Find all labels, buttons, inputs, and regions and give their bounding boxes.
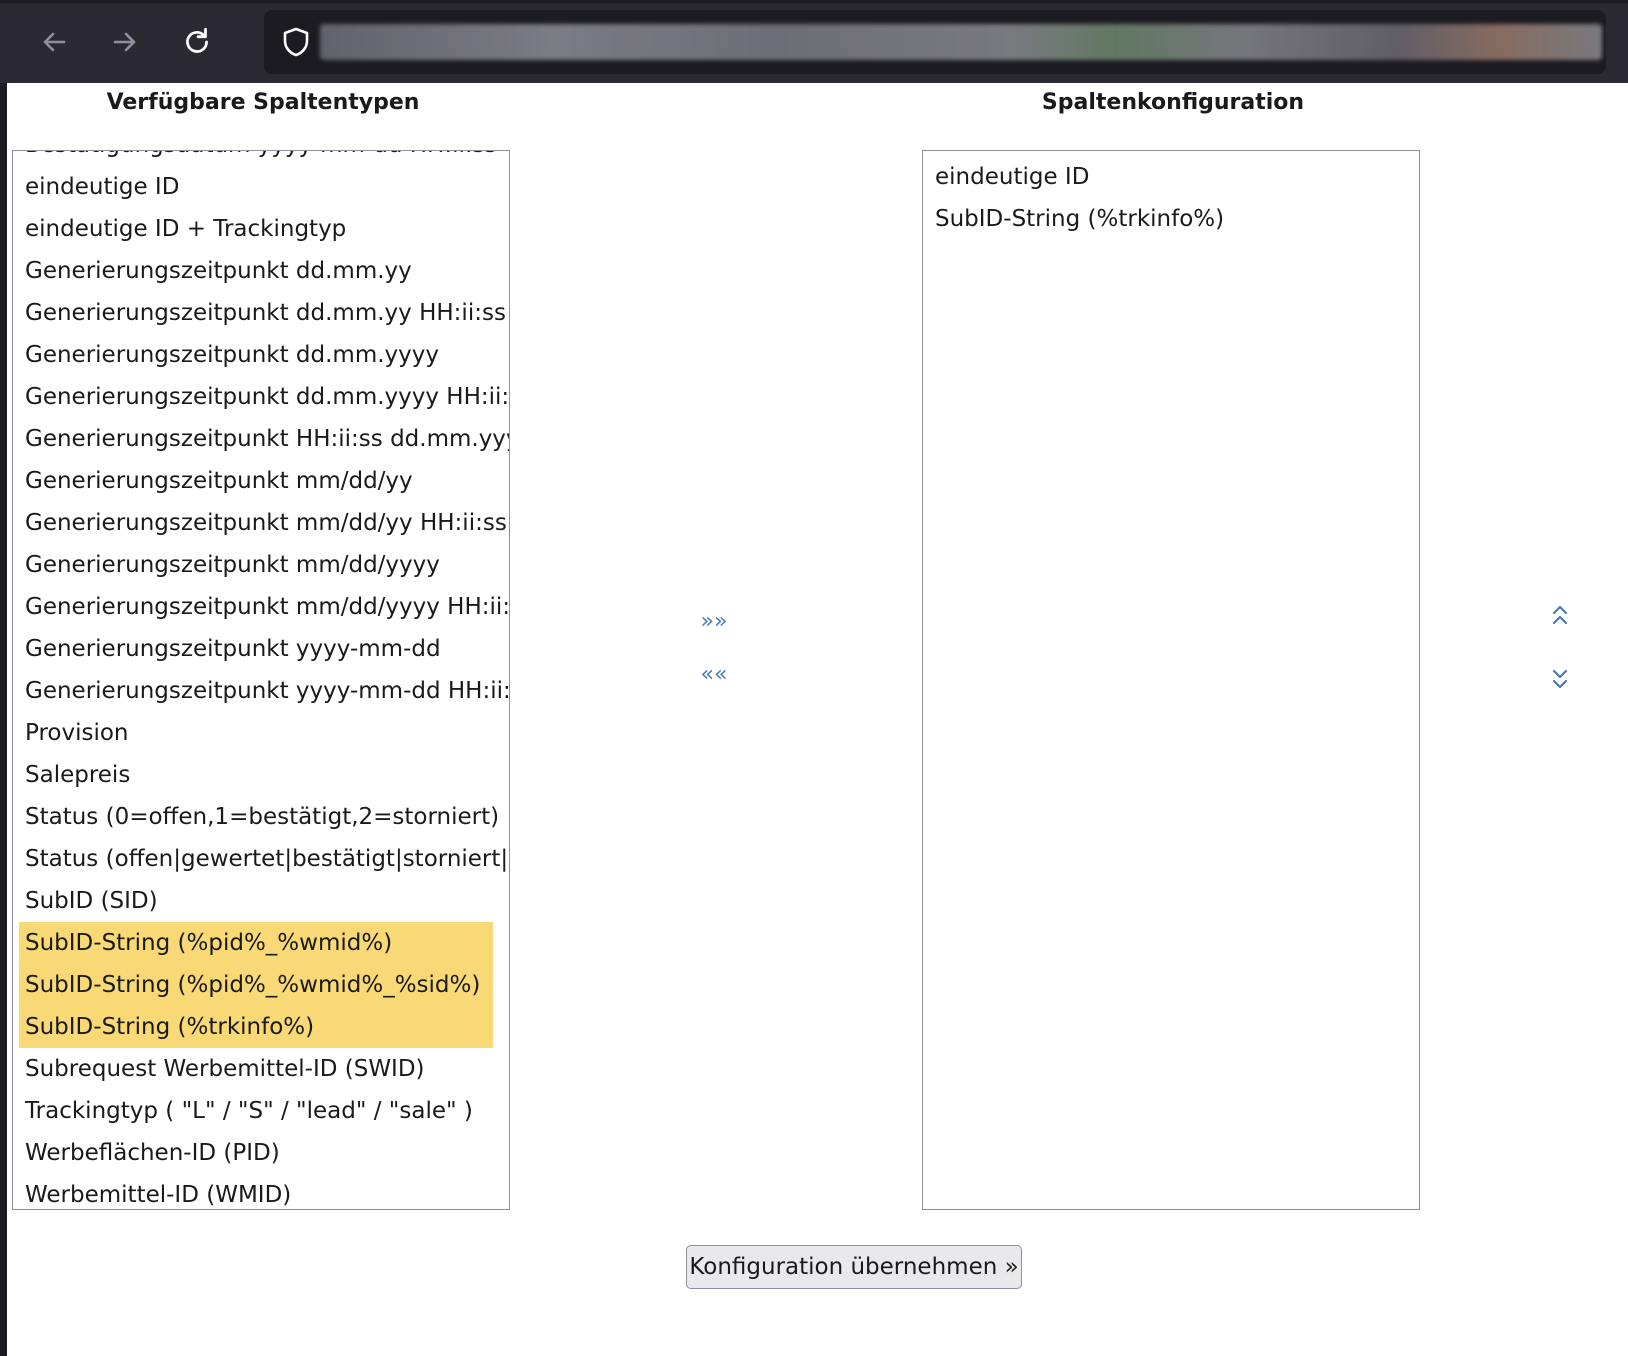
list-item[interactable]: SubID-String (%pid%_%wmid%) bbox=[19, 922, 493, 964]
window-edge bbox=[0, 0, 7, 1356]
right-panel-title: Spaltenkonfiguration bbox=[1041, 90, 1305, 115]
list-item[interactable]: Status (0=offen,1=bestätigt,2=storniert) bbox=[19, 796, 499, 838]
list-item[interactable]: SubID (SID) bbox=[19, 880, 493, 922]
list-item[interactable]: Status (offen|gewertet|bestätigt|stornie… bbox=[19, 838, 509, 880]
apply-configuration-button[interactable]: Konfiguration übernehmen » bbox=[686, 1245, 1022, 1289]
back-button[interactable] bbox=[32, 20, 76, 64]
list-item[interactable]: Generierungszeitpunkt yyyy-mm-dd HH:ii:s… bbox=[19, 670, 509, 712]
forward-button[interactable] bbox=[103, 20, 147, 64]
list-item[interactable]: eindeutige ID bbox=[19, 166, 493, 208]
list-item[interactable]: Generierungszeitpunkt mm/dd/yyyy bbox=[19, 544, 493, 586]
list-item[interactable]: Generierungszeitpunkt mm/dd/yy bbox=[19, 460, 493, 502]
remove-column-button[interactable]: «« bbox=[694, 659, 734, 689]
list-item[interactable]: Provision bbox=[19, 712, 493, 754]
list-item[interactable]: Generierungszeitpunkt dd.mm.yyyy HH:ii:s… bbox=[19, 376, 509, 418]
list-item[interactable]: SubID-String (%pid%_%wmid%_%sid%) bbox=[19, 964, 493, 1006]
list-item[interactable]: Generierungszeitpunkt yyyy-mm-dd bbox=[19, 628, 493, 670]
left-panel-title: Verfügbare Spaltentypen bbox=[106, 90, 420, 115]
list-item[interactable]: Generierungszeitpunkt HH:ii:ss dd.mm.yyy… bbox=[19, 418, 509, 460]
list-item[interactable]: Generierungszeitpunkt mm/dd/yyyy HH:ii:s… bbox=[19, 586, 509, 628]
list-item[interactable]: Generierungszeitpunkt dd.mm.yy bbox=[19, 250, 493, 292]
list-item[interactable]: Generierungszeitpunkt dd.mm.yyyy bbox=[19, 334, 493, 376]
list-item[interactable]: Generierungszeitpunkt dd.mm.yy HH:ii:ss bbox=[19, 292, 506, 334]
list-item[interactable]: Bestätigungsdatum yyyy-mm-dd HH:ii:ss bbox=[19, 151, 497, 166]
list-item[interactable]: SubID-String (%trkinfo%) bbox=[929, 198, 1403, 240]
double-chevron-down-icon bbox=[1552, 669, 1568, 689]
list-item[interactable]: eindeutige ID + Trackingtyp bbox=[19, 208, 493, 250]
list-item[interactable]: Werbemittel-ID (WMID) bbox=[19, 1174, 493, 1209]
list-item[interactable]: SubID-String (%trkinfo%) bbox=[19, 1006, 493, 1048]
arrow-left-icon bbox=[43, 32, 66, 52]
column-configuration-list[interactable]: eindeutige ID SubID-String (%trkinfo%) bbox=[922, 150, 1420, 1210]
list-item[interactable]: eindeutige ID bbox=[929, 156, 1403, 198]
list-item[interactable]: Subrequest Werbemittel-ID (SWID) bbox=[19, 1048, 493, 1090]
url-text-redacted[interactable] bbox=[320, 24, 1602, 60]
tab-strip-edge bbox=[0, 0, 1628, 3]
url-bar[interactable] bbox=[264, 10, 1606, 74]
shield-icon[interactable] bbox=[280, 26, 312, 58]
double-chevron-right-icon: »» bbox=[700, 608, 728, 634]
move-up-button[interactable] bbox=[1540, 600, 1580, 630]
move-down-button[interactable] bbox=[1540, 664, 1580, 694]
double-chevron-up-icon bbox=[1552, 605, 1568, 625]
list-item[interactable]: Trackingtyp ( "L" / "S" / "lead" / "sale… bbox=[19, 1090, 493, 1132]
list-item[interactable]: Salepreis bbox=[19, 754, 493, 796]
arrow-right-icon bbox=[113, 32, 136, 52]
reload-icon bbox=[186, 27, 208, 53]
add-column-button[interactable]: »» bbox=[694, 606, 734, 636]
available-columns-list[interactable]: Bestätigungsdatum yyyy-mm-dd HH:ii:ssein… bbox=[12, 150, 510, 1210]
reload-button[interactable] bbox=[175, 20, 219, 64]
browser-toolbar bbox=[0, 0, 1628, 83]
list-item[interactable]: Werbeflächen-ID (PID) bbox=[19, 1132, 493, 1174]
double-chevron-left-icon: «« bbox=[700, 661, 728, 687]
list-item[interactable]: Generierungszeitpunkt mm/dd/yy HH:ii:ss bbox=[19, 502, 507, 544]
